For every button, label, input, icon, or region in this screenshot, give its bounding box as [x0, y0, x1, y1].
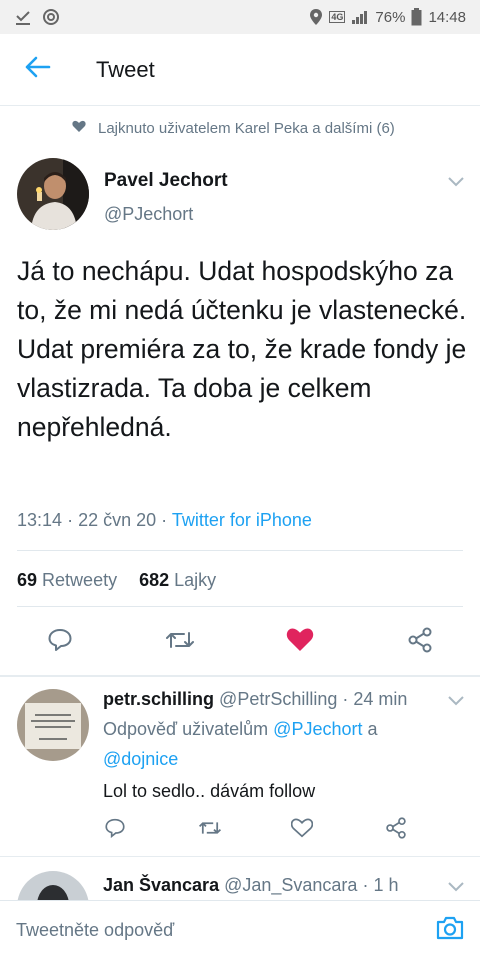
share-button[interactable] — [400, 622, 440, 662]
data-saver-icon — [42, 8, 60, 26]
retweet-icon — [198, 819, 222, 842]
divider — [17, 550, 463, 551]
share-icon — [385, 816, 407, 844]
page-title: Tweet — [96, 56, 155, 82]
reply-tweet[interactable]: petr.schilling @PetrSchilling · 24 min O… — [0, 677, 480, 857]
retweet-icon — [165, 629, 195, 656]
author-name[interactable]: Pavel Jechort — [104, 170, 228, 192]
likes-stat[interactable]: 682 Lajky — [139, 570, 216, 591]
reply-prefix: Odpověď uživatelům — [103, 719, 269, 739]
reply-author-name[interactable]: Jan Švancara — [103, 875, 219, 895]
clock: 14:48 — [428, 8, 466, 26]
retweet-label: Retweety — [42, 570, 118, 590]
status-bar: 4G 76% 14:48 — [0, 0, 480, 34]
reply-header: Jan Švancara @Jan_Svancara · 1 h — [103, 875, 399, 896]
meta-separator: · — [161, 510, 172, 530]
heart-filled-icon — [286, 627, 314, 657]
retweet-button[interactable] — [195, 815, 225, 845]
like-label: Lajky — [174, 570, 217, 590]
reply-age: 24 min — [353, 689, 408, 709]
reply-button[interactable] — [100, 815, 130, 845]
meta-separator: · — [67, 510, 79, 530]
social-context-text: Lajknuto uživatelem Karel Peka a dalšími… — [98, 120, 395, 137]
share-icon — [407, 627, 433, 658]
camera-icon[interactable] — [436, 916, 464, 945]
reply-context: Odpověď uživatelům @PJechort a — [103, 719, 378, 740]
avatar[interactable] — [17, 689, 89, 761]
reply-icon — [47, 628, 73, 657]
reply-conjunction: a — [367, 719, 378, 739]
retweets-stat[interactable]: 69 Retweety — [17, 570, 117, 591]
back-button[interactable] — [0, 34, 76, 106]
reply-context-line-2: @dojnice — [103, 749, 178, 770]
share-button[interactable] — [381, 815, 411, 845]
arrow-left-icon — [25, 56, 51, 83]
mention-link[interactable]: @dojnice — [103, 749, 178, 769]
download-check-icon — [14, 8, 32, 26]
signal-icon — [351, 9, 369, 25]
tweet-time: 13:14 — [17, 510, 63, 530]
like-button[interactable] — [280, 622, 320, 662]
retweet-button[interactable] — [160, 622, 200, 662]
tweet-source-link[interactable]: Twitter for iPhone — [172, 510, 312, 530]
tweet-actions — [0, 622, 480, 662]
tweet-text: Já to nechápu. Udat hospodskýho za to, ž… — [17, 256, 467, 442]
meta-separator: · — [362, 875, 374, 895]
reply-tweet[interactable]: Jan Švancara @Jan_Svancara · 1 h — [0, 857, 480, 900]
mention-link[interactable]: @PJechort — [273, 719, 362, 739]
chevron-down-icon[interactable] — [448, 879, 464, 897]
heart-small-icon — [72, 120, 86, 137]
reply-icon — [104, 818, 126, 843]
avatar[interactable] — [17, 871, 89, 900]
reply-text: Lol to sedlo.. dávám follow — [103, 781, 316, 801]
tweet-meta: 13:14 · 22 čvn 20 · Twitter for iPhone — [17, 510, 312, 531]
like-count: 682 — [139, 570, 170, 590]
tweet-date: 22 čvn 20 — [78, 510, 157, 530]
tweet-stats: 69 Retweety 682 Lajky — [17, 570, 216, 591]
heart-outline-icon — [290, 818, 314, 843]
like-button[interactable] — [287, 815, 317, 845]
reply-button[interactable] — [40, 622, 80, 662]
battery-percent: 76% — [375, 8, 406, 26]
divider — [17, 606, 463, 607]
battery-icon — [411, 8, 422, 26]
social-context[interactable]: Lajknuto uživatelem Karel Peka a dalšími… — [72, 120, 395, 137]
chevron-down-icon[interactable] — [448, 174, 464, 192]
network-type: 4G — [329, 11, 346, 23]
retweet-count: 69 — [17, 570, 38, 590]
reply-author-handle[interactable]: @Jan_Svancara — [224, 875, 357, 895]
author-handle[interactable]: @PJechort — [104, 204, 193, 225]
avatar[interactable] — [17, 158, 89, 230]
reply-age: 1 h — [373, 875, 399, 895]
tweet-author[interactable]: Pavel Jechort @PJechort — [17, 158, 480, 238]
reply-compose-bar[interactable]: Tweetněte odpověď — [0, 900, 480, 960]
reply-author-name[interactable]: petr.schilling — [103, 689, 214, 709]
chevron-down-icon[interactable] — [448, 693, 464, 711]
location-icon — [309, 8, 323, 26]
meta-separator: · — [342, 689, 354, 709]
reply-author-handle[interactable]: @PetrSchilling — [219, 689, 337, 709]
app-header: Tweet — [0, 34, 480, 106]
reply-header: petr.schilling @PetrSchilling · 24 min — [103, 689, 407, 710]
reply-input[interactable]: Tweetněte odpověď — [16, 920, 174, 941]
